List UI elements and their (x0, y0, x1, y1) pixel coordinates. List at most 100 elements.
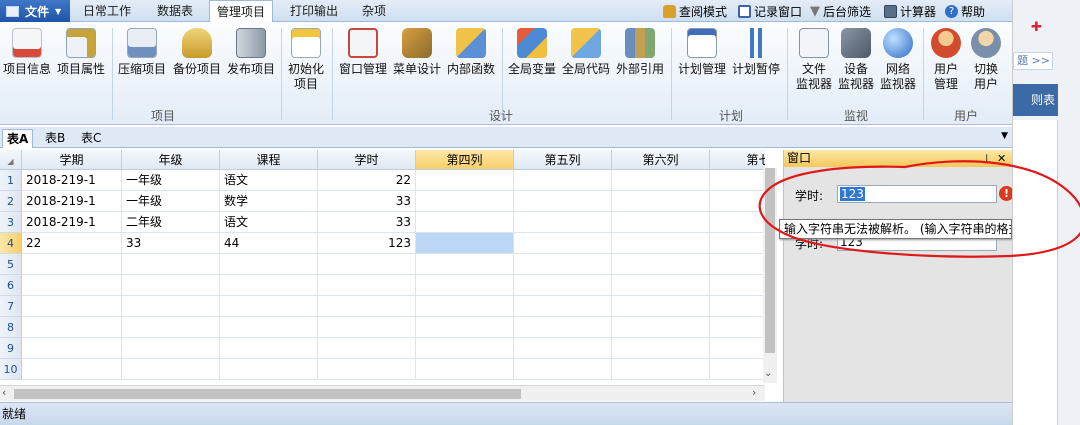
project-properties-button[interactable]: 项目属性 (55, 28, 107, 77)
grid-cell[interactable] (416, 212, 514, 233)
grid-cell[interactable] (220, 359, 318, 380)
grid-cell[interactable] (220, 296, 318, 317)
grid-cell[interactable] (22, 338, 122, 359)
grid-cell[interactable] (122, 275, 220, 296)
row-number[interactable]: 8 (0, 317, 22, 338)
grid-cell[interactable] (612, 275, 710, 296)
grid-cell[interactable]: 语文 (220, 212, 318, 233)
column-header[interactable]: 第五列 (514, 150, 612, 170)
internal-function-button[interactable]: 内部函数 (445, 28, 497, 77)
menu-design-button[interactable]: 菜单设计 (391, 28, 443, 77)
row-number[interactable]: 2 (0, 191, 22, 212)
column-header[interactable]: 学期 (22, 150, 122, 170)
column-header[interactable]: 第七 (710, 150, 765, 170)
grid-cell[interactable] (710, 254, 765, 275)
grid-cell[interactable] (22, 296, 122, 317)
grid-cell[interactable] (416, 170, 514, 191)
initialize-project-button[interactable]: 初始化 项目 (284, 28, 328, 92)
tab-print-output[interactable]: 打印输出 (281, 0, 347, 22)
grid-cell[interactable]: 2018-219-1 (22, 212, 122, 233)
grid-cell[interactable]: 22 (318, 170, 416, 191)
grid-cell[interactable] (416, 233, 514, 254)
add-icon[interactable]: ✚ (1031, 20, 1042, 35)
data-grid[interactable]: ◢ 学期 年级 课程 学时 第四列 第五列 第六列 第七 1 2018-219-1 一年级 语文 22 2 2… (0, 150, 765, 385)
grid-cell[interactable] (220, 338, 318, 359)
grid-cell[interactable] (122, 317, 220, 338)
grid-cell[interactable] (612, 338, 710, 359)
backup-project-button[interactable]: 备份项目 (171, 28, 223, 77)
grid-cell[interactable] (416, 317, 514, 338)
grid-cell[interactable] (710, 212, 765, 233)
grid-cell[interactable] (710, 359, 765, 380)
grid-cell[interactable] (416, 191, 514, 212)
project-info-button[interactable]: 项目信息 (2, 28, 52, 77)
grid-cell[interactable]: 语文 (220, 170, 318, 191)
grid-cell[interactable] (710, 191, 765, 212)
column-header[interactable]: 学时 (318, 150, 416, 170)
row-number[interactable]: 5 (0, 254, 22, 275)
grid-cell[interactable] (416, 338, 514, 359)
grid-cell[interactable] (612, 191, 710, 212)
grid-cell[interactable]: 一年级 (122, 191, 220, 212)
grid-cell[interactable] (612, 317, 710, 338)
grid-cell[interactable] (318, 254, 416, 275)
horizontal-scroll-thumb[interactable] (14, 389, 521, 399)
grid-cell[interactable] (710, 317, 765, 338)
grid-cell[interactable] (22, 254, 122, 275)
grid-cell[interactable] (514, 338, 612, 359)
file-menu-button[interactable]: 文件 ▼ (0, 0, 70, 22)
row-number[interactable]: 7 (0, 296, 22, 317)
grid-cell[interactable] (220, 275, 318, 296)
background-filter-button[interactable]: ▼ 后台筛选 (810, 0, 871, 22)
row-number[interactable]: 1 (0, 170, 22, 191)
horizontal-scrollbar[interactable]: ‹ › (0, 385, 765, 401)
grid-cell[interactable]: 2018-219-1 (22, 191, 122, 212)
row-number[interactable]: 9 (0, 338, 22, 359)
grid-cell[interactable]: 一年级 (122, 170, 220, 191)
row-number[interactable]: 6 (0, 275, 22, 296)
grid-cell[interactable] (514, 212, 612, 233)
grid-cell[interactable]: 33 (318, 191, 416, 212)
grid-cell[interactable] (22, 359, 122, 380)
grid-cell[interactable] (22, 275, 122, 296)
read-mode-button[interactable]: 查阅模式 (663, 0, 727, 22)
grid-cell[interactable] (122, 338, 220, 359)
column-header[interactable]: 课程 (220, 150, 318, 170)
network-monitor-button[interactable]: 网络 监视器 (876, 28, 920, 92)
grid-cell[interactable]: 数学 (220, 191, 318, 212)
grid-cell[interactable] (710, 275, 765, 296)
row-number[interactable]: 3 (0, 212, 22, 233)
grid-cell[interactable] (220, 254, 318, 275)
calculator-button[interactable]: 计算器 (884, 0, 936, 22)
grid-cell[interactable]: 33 (318, 212, 416, 233)
external-reference-button[interactable]: 外部引用 (614, 28, 666, 77)
grid-cell[interactable] (416, 275, 514, 296)
grid-cell[interactable] (514, 296, 612, 317)
grid-cell[interactable] (416, 296, 514, 317)
sheet-tab-c[interactable]: 表C (77, 129, 105, 148)
file-monitor-button[interactable]: 文件 监视器 (792, 28, 836, 92)
grid-cell[interactable] (318, 296, 416, 317)
grid-corner[interactable]: ◢ (0, 150, 22, 170)
grid-cell[interactable] (122, 359, 220, 380)
grid-cell[interactable] (318, 317, 416, 338)
close-icon[interactable]: ✕ (997, 150, 1006, 167)
vertical-scroll-thumb[interactable] (765, 168, 775, 353)
schedule-pause-button[interactable]: 计划暂停 (730, 28, 782, 77)
tab-daily-work[interactable]: 日常工作 (76, 0, 138, 22)
grid-cell[interactable] (514, 170, 612, 191)
record-window-button[interactable]: 记录窗口 (738, 0, 802, 22)
compress-project-button[interactable]: 压缩项目 (116, 28, 168, 77)
grid-cell[interactable] (612, 212, 710, 233)
grid-cell[interactable] (612, 296, 710, 317)
grid-cell[interactable] (122, 254, 220, 275)
user-manage-button[interactable]: 用户 管理 (926, 28, 966, 92)
grid-cell[interactable] (710, 338, 765, 359)
grid-cell[interactable] (612, 233, 710, 254)
grid-cell[interactable] (612, 254, 710, 275)
grid-cell[interactable] (710, 233, 765, 254)
grid-cell[interactable]: 44 (220, 233, 318, 254)
grid-cell[interactable]: 123 (318, 233, 416, 254)
grid-cell[interactable] (318, 275, 416, 296)
vertical-scrollbar[interactable]: ⌄ (763, 168, 777, 383)
